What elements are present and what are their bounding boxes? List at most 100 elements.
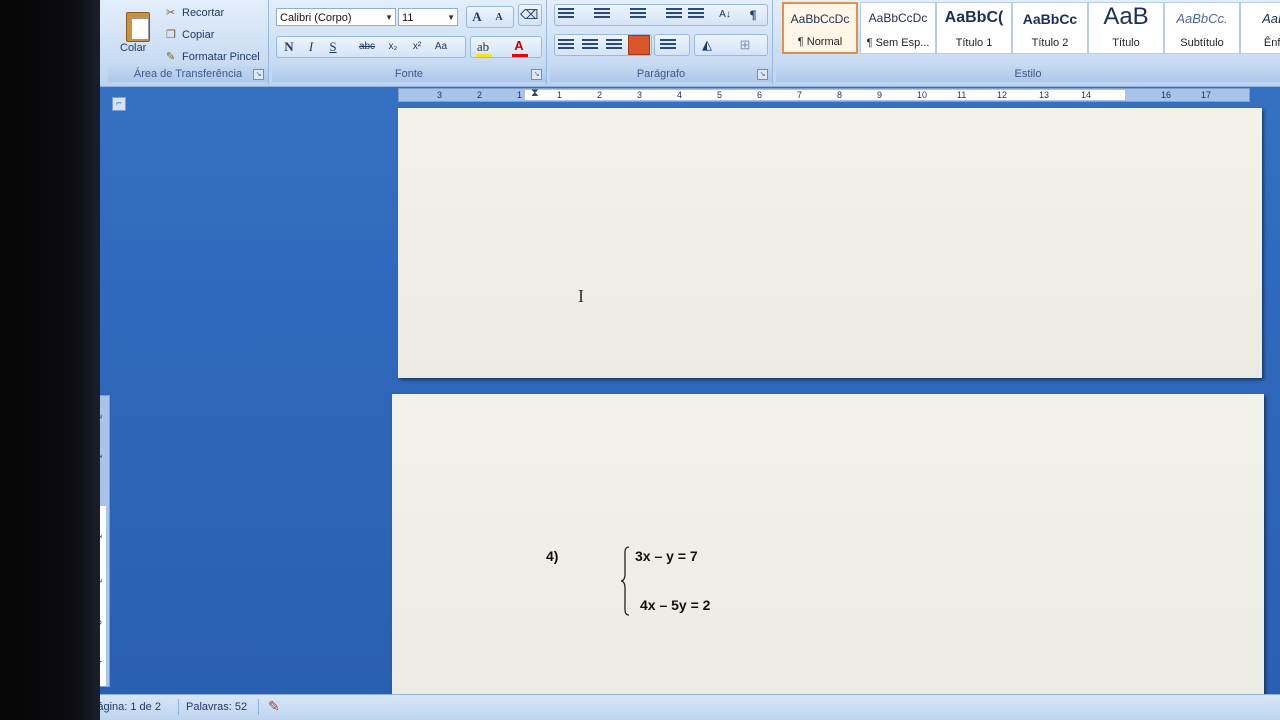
- line-spacing-icon[interactable]: [660, 37, 676, 51]
- bold-button[interactable]: N: [280, 38, 298, 56]
- copy-label: Copiar: [182, 29, 215, 41]
- equation-1: 3x – y = 7: [635, 548, 698, 564]
- borders-icon[interactable]: ⊞: [736, 36, 754, 54]
- style-sample: AaBbCc: [1022, 11, 1078, 27]
- vruler-number: 1: [100, 454, 104, 458]
- document-page-1[interactable]: [398, 108, 1262, 378]
- ruler-number: 2: [477, 90, 483, 100]
- subscript-button[interactable]: x₂: [384, 38, 402, 56]
- vertical-ruler[interactable]: 2 1 1 2 3 4: [100, 395, 110, 687]
- format-painter-button[interactable]: ✎ Formatar Pincel: [166, 50, 260, 63]
- format-painter-label: Formatar Pincel: [182, 51, 260, 63]
- style-name: Ênfas: [1263, 37, 1280, 49]
- indent-marker-icon[interactable]: ⧗: [531, 87, 539, 100]
- paste-icon[interactable]: [122, 8, 152, 46]
- style-name: ¶ Sem Esp...: [866, 37, 930, 49]
- superscript-button[interactable]: x²: [408, 38, 426, 56]
- strikethrough-button[interactable]: abc: [358, 38, 376, 56]
- font-size-select[interactable]: 11 ▼: [398, 8, 458, 26]
- change-case-button[interactable]: Aa: [432, 38, 450, 56]
- ruler-number: 8: [837, 90, 843, 100]
- equation-2: 4x – 5y = 2: [640, 597, 711, 613]
- ruler-number: 4: [677, 90, 683, 100]
- paragraph-group: A↓ ¶ ◭ ⊞ Parágrafo ↘: [550, 0, 773, 84]
- style-sample: AaBb: [1262, 11, 1280, 26]
- multilevel-list-icon[interactable]: [630, 6, 646, 20]
- font-color-button[interactable]: A: [510, 37, 528, 55]
- bullets-icon[interactable]: [558, 6, 574, 20]
- tab-selector[interactable]: ⌐: [112, 97, 126, 111]
- grow-font-button[interactable]: A: [468, 8, 486, 26]
- page-count[interactable]: Página: 1 de 2: [100, 701, 161, 713]
- shrink-font-button[interactable]: A: [490, 9, 508, 27]
- status-divider: [258, 699, 259, 715]
- ruler-number: 5: [717, 90, 723, 100]
- ruler-number: 12: [997, 90, 1008, 100]
- ruler-number: 3: [637, 90, 643, 100]
- numbering-icon[interactable]: [594, 6, 610, 20]
- chevron-down-icon: ▼: [447, 13, 455, 22]
- vruler-text-area: [100, 506, 106, 686]
- style-name: Subtítulo: [1180, 37, 1224, 49]
- sort-button[interactable]: A↓: [716, 6, 734, 24]
- style-heading-1[interactable]: AaBbC( Título 1: [936, 2, 1012, 54]
- align-center-icon[interactable]: [582, 37, 598, 51]
- ribbon: Colar ✂ Recortar ❐ Copiar ✎ Formatar Pincel…: [100, 0, 1280, 87]
- ruler-number: 16: [1161, 90, 1172, 100]
- horizontal-ruler[interactable]: 3 2 1 1 2 3 4 5 6 7 8 9 10 11 12 13 14 1…: [398, 87, 1250, 102]
- style-name: Título: [1112, 37, 1140, 49]
- increase-indent-icon[interactable]: [688, 6, 704, 20]
- align-right-icon[interactable]: [606, 37, 622, 51]
- show-formatting-button[interactable]: ¶: [744, 6, 762, 24]
- justify-icon[interactable]: [628, 35, 650, 55]
- styles-group-label: Estilo: [776, 66, 1280, 82]
- ruler-number: 9: [877, 90, 883, 100]
- word-count[interactable]: Palavras: 52: [186, 701, 247, 713]
- clipboard-group-label: Área de Transferência: [108, 66, 268, 82]
- italic-button[interactable]: I: [302, 38, 320, 56]
- document-page-2[interactable]: 4) 3x – y = 7 4x – 5y = 2: [392, 394, 1264, 704]
- style-title[interactable]: AaB Título: [1088, 2, 1164, 54]
- scissors-icon: ✂: [166, 7, 176, 19]
- clipboard-dialog-launcher[interactable]: ↘: [253, 69, 264, 80]
- style-subtitle[interactable]: AaBbCc. Subtítulo: [1164, 2, 1240, 54]
- vruler-number: 3: [100, 620, 104, 624]
- chevron-down-icon: ▼: [385, 13, 393, 22]
- ruler-number: 1: [517, 90, 523, 100]
- font-size-value: 11: [402, 12, 414, 24]
- font-group: Calibri (Corpo) ▼ 11 ▼ A A ⌫ N I S abc x₂ …: [272, 0, 547, 84]
- exercise-number: 4): [546, 548, 559, 564]
- ruler-number: 2: [597, 90, 603, 100]
- style-sample: AaBbCcDc: [868, 11, 928, 25]
- text-cursor-icon: I: [578, 286, 584, 306]
- style-sample: AaBbC(: [944, 9, 1004, 26]
- align-left-icon[interactable]: [558, 37, 574, 51]
- font-color-swatch: [512, 54, 528, 57]
- ruler-number: 17: [1201, 90, 1212, 100]
- ruler-number: 6: [757, 90, 763, 100]
- paragraph-dialog-launcher[interactable]: ↘: [757, 69, 768, 80]
- paragraph-group-label: Parágrafo: [550, 66, 772, 82]
- ruler-number: 3: [437, 90, 443, 100]
- paintbrush-icon: ✎: [166, 51, 176, 63]
- decrease-indent-icon[interactable]: [666, 6, 682, 20]
- shading-icon[interactable]: ◭: [698, 36, 716, 54]
- underline-button[interactable]: S: [324, 38, 342, 56]
- paste-button[interactable]: Colar: [120, 42, 146, 54]
- style-no-spacing[interactable]: AaBbCcDc ¶ Sem Esp...: [860, 2, 936, 54]
- vruler-number: 4: [100, 660, 104, 664]
- font-family-select[interactable]: Calibri (Corpo) ▼: [276, 8, 396, 26]
- style-normal[interactable]: AaBbCcDc ¶ Normal: [782, 2, 858, 54]
- ruler-number: 1: [557, 90, 563, 100]
- cut-button[interactable]: ✂ Recortar: [166, 6, 224, 19]
- ruler-number: 11: [957, 90, 967, 100]
- copy-icon: ❐: [166, 29, 176, 41]
- monitor-bezel: [0, 0, 100, 720]
- clear-format-icon[interactable]: ⌫: [520, 6, 538, 24]
- spelling-check-icon[interactable]: ✎: [268, 698, 280, 715]
- style-emphasis[interactable]: AaBb Ênfas: [1240, 2, 1280, 54]
- copy-button[interactable]: ❐ Copiar: [166, 28, 214, 41]
- font-dialog-launcher[interactable]: ↘: [531, 69, 542, 80]
- style-heading-2[interactable]: AaBbCc Título 2: [1012, 2, 1088, 54]
- ruler-number: 14: [1081, 90, 1092, 100]
